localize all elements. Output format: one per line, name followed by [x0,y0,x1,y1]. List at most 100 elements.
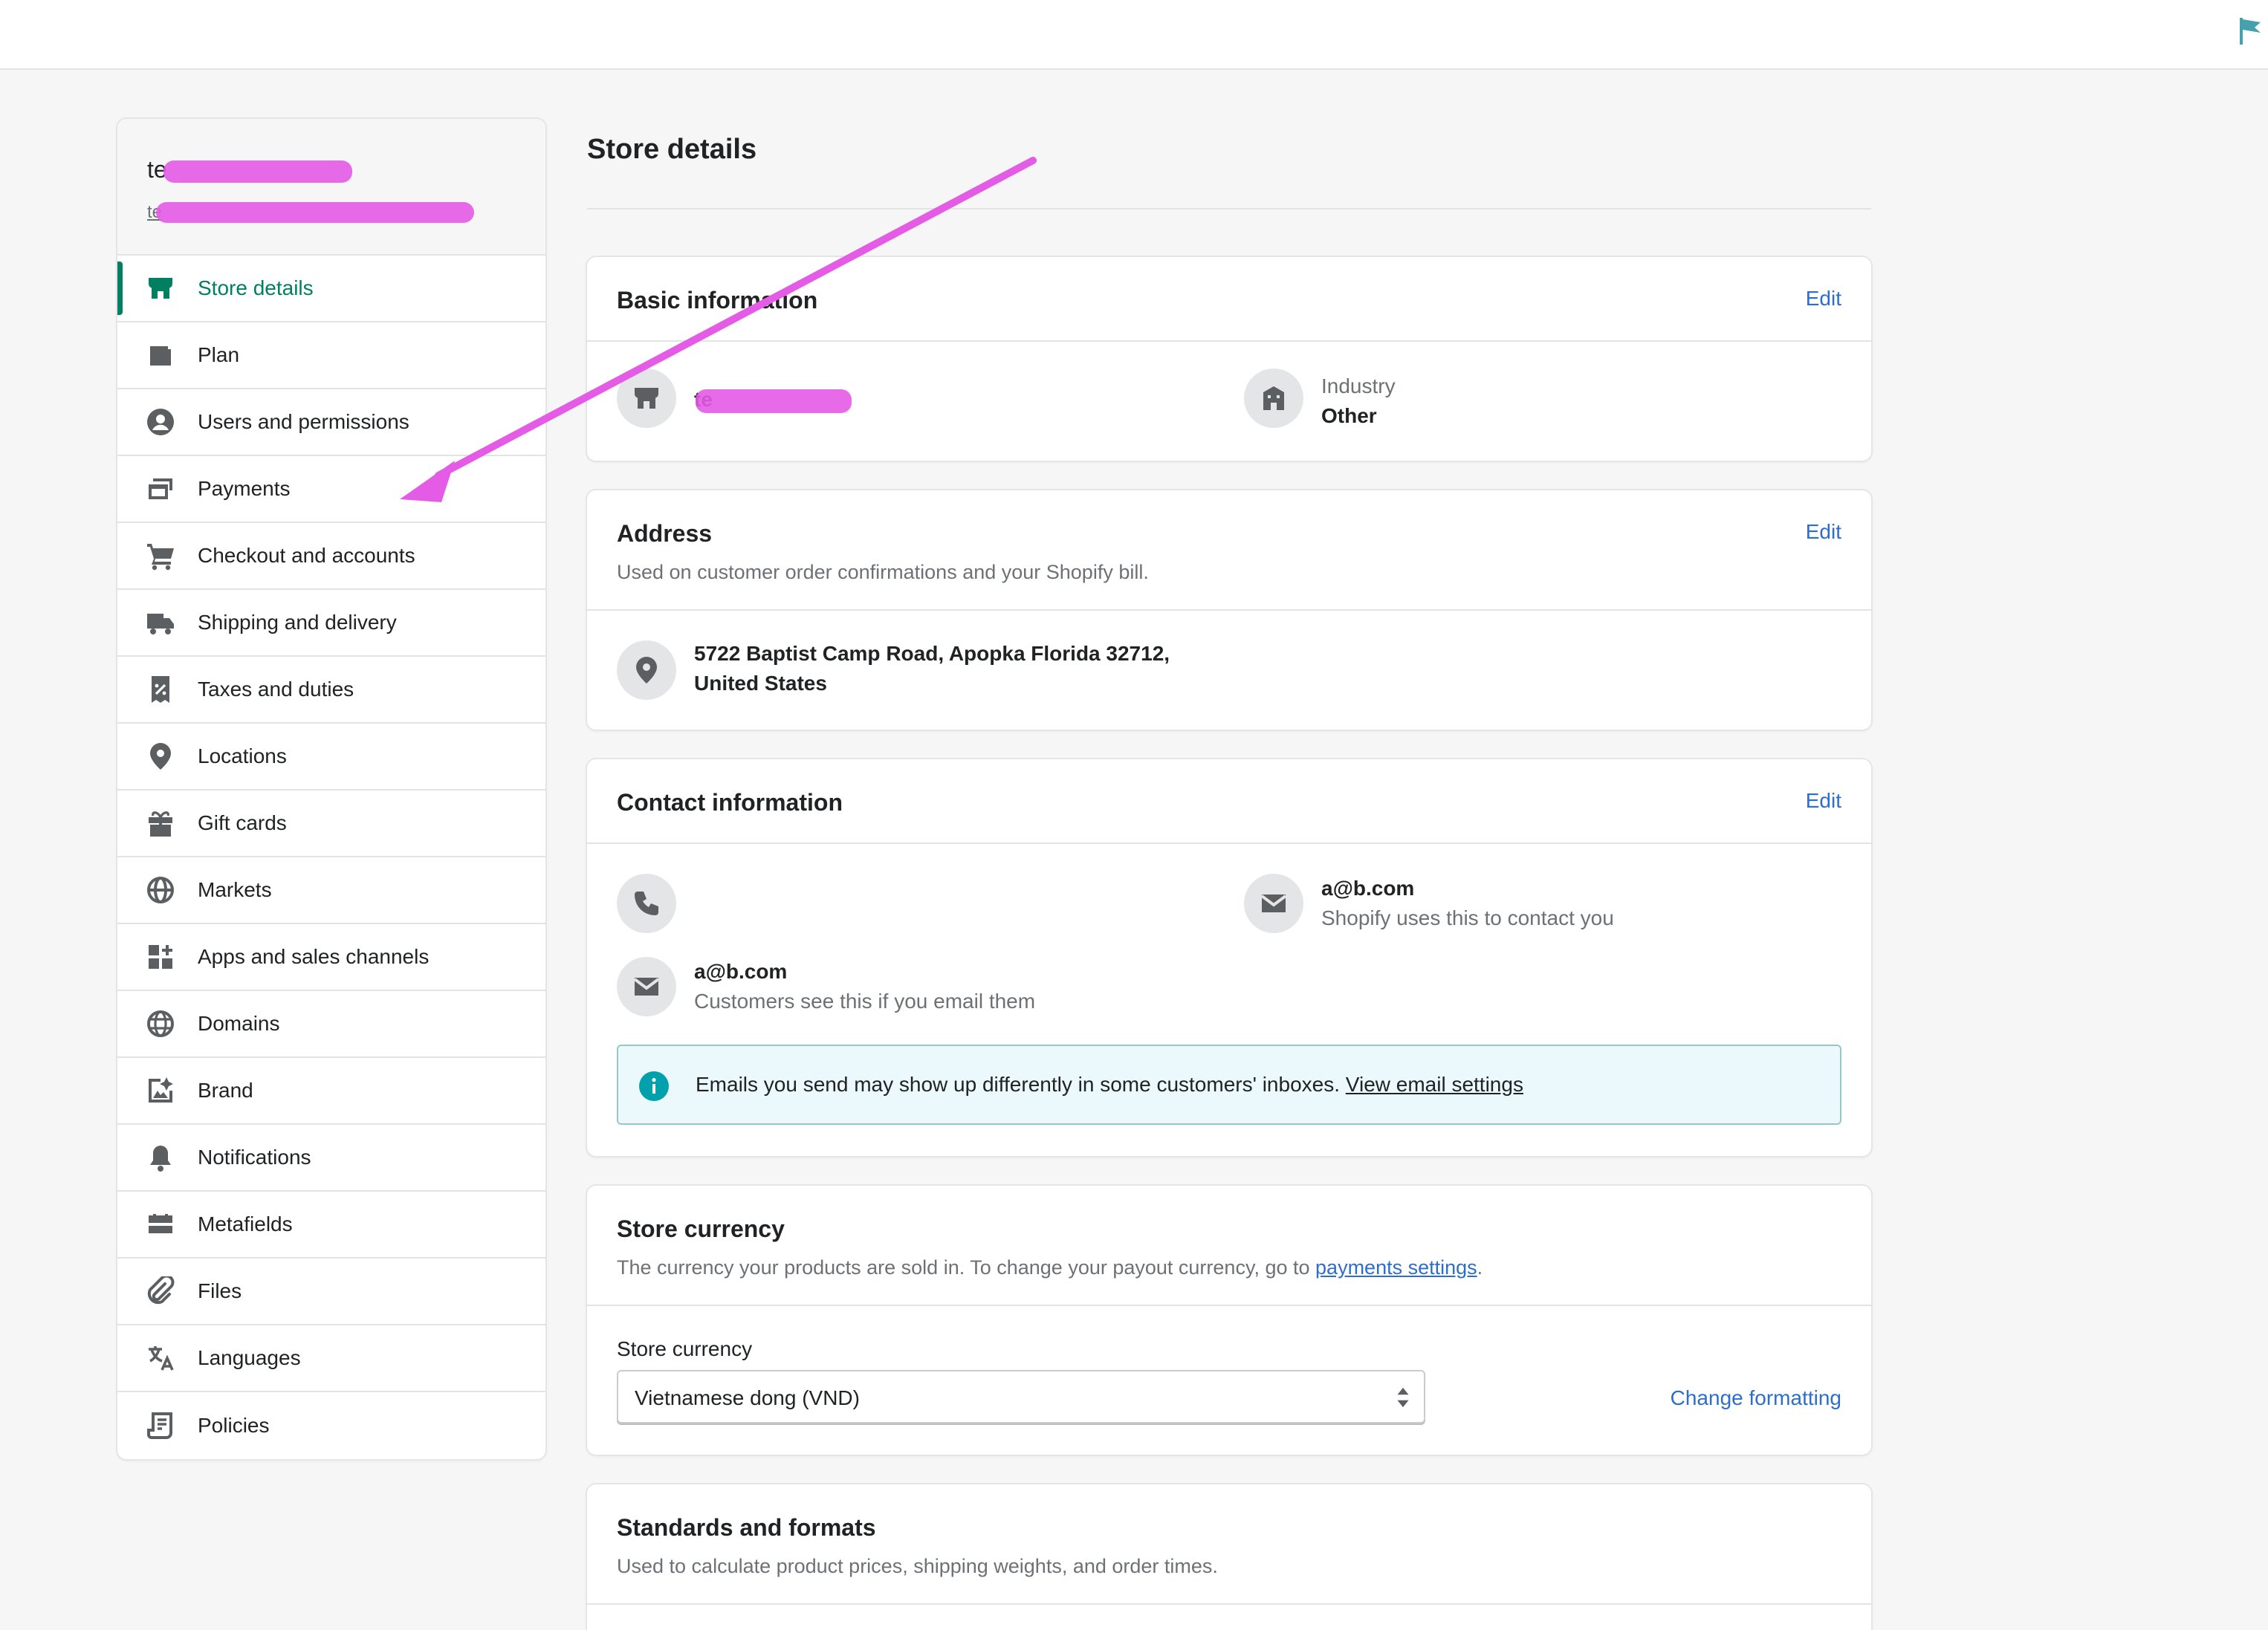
sidebar-item-shipping-and-delivery[interactable]: Shipping and delivery [117,590,545,657]
user-icon [144,406,177,438]
sidebar-item-users-and-permissions[interactable]: Users and permissions [117,389,545,456]
card-divider [587,609,1871,611]
email-icon [617,957,676,1016]
banner-text: Emails you send may show up differently … [696,1073,1523,1097]
sidebar-item-checkout-and-accounts[interactable]: Checkout and accounts [117,523,545,590]
redaction-scribble [163,160,352,183]
address-card: Address Used on customer order confirmat… [587,490,1871,730]
sidebar-item-label: Files [198,1279,242,1302]
sidebar-item-label: Brand [198,1079,253,1102]
sidebar-item-gift-cards[interactable]: Gift cards [117,790,545,857]
gift-icon [144,807,177,840]
sidebar-item-locations[interactable]: Locations [117,724,545,790]
sidebar-item-brand[interactable]: Brand [117,1058,545,1125]
address-line-2: United States [694,672,827,695]
truck-icon [144,606,177,639]
store-currency-label: Store currency [617,1337,753,1360]
redaction-scribble [156,202,474,223]
sidebar-item-label: Gift cards [198,811,287,834]
standards-and-formats-card: Standards and formats Used to calculate … [587,1484,1871,1630]
building-icon [1244,368,1303,428]
translate-icon [144,1342,177,1374]
sidebar-item-label: Payments [198,477,291,500]
sidebar-item-label: Plan [198,343,240,366]
location-pin-icon [144,740,177,773]
settings-sidebar: te te Store details Plan Users and permi… [117,119,545,1459]
paperclip-icon [144,1275,177,1308]
edit-basic-info-button[interactable]: Edit [1806,287,1841,311]
payments-settings-link[interactable]: payments settings [1315,1256,1477,1279]
sidebar-item-label: Metafields [198,1212,293,1236]
industry-label: Industry [1321,374,1396,397]
sidebar-item-label: Locations [198,744,287,767]
flag-icon[interactable] [2238,16,2264,46]
store-icon [144,272,177,305]
banner-message: Emails you send may show up differently … [696,1073,1341,1096]
contact-information-card: Contact information Edit a@b.com Shopify… [587,759,1871,1156]
sidebar-item-store-details[interactable]: Store details [117,256,545,322]
card-subtitle: Used on customer order confirmations and… [617,561,1149,583]
store-currency-card: Store currency The currency your product… [587,1186,1871,1455]
change-formatting-button[interactable]: Change formatting [1671,1386,1841,1410]
sidebar-item-plan[interactable]: Plan [117,322,545,389]
phone-icon [617,874,676,933]
store-header: te te [117,119,545,256]
email-icon [1244,874,1303,933]
address-line-1: 5722 Baptist Camp Road, Apopka Florida 3… [694,642,1170,665]
sidebar-item-label: Checkout and accounts [198,544,415,567]
sidebar-item-languages[interactable]: Languages [117,1325,545,1392]
store-email: a@b.com [1321,877,1415,900]
store-email-note: Shopify uses this to contact you [1321,906,1614,929]
location-pin-icon [617,640,676,700]
sidebar-item-label: Domains [198,1012,280,1035]
sender-email-note: Customers see this if you email them [694,990,1036,1013]
sidebar-item-label: Markets [198,878,272,901]
sidebar-item-taxes-and-duties[interactable]: Taxes and duties [117,657,545,724]
brand-icon [144,1074,177,1107]
sidebar-item-label: Users and permissions [198,410,409,433]
card-title: Store currency [617,1215,785,1242]
sidebar-item-policies[interactable]: Policies [117,1392,545,1459]
edit-contact-button[interactable]: Edit [1806,789,1841,813]
card-subtitle: Used to calculate product prices, shippi… [617,1555,1218,1577]
metafields-icon [144,1208,177,1241]
sidebar-item-label: Store details [198,276,314,299]
top-bar [0,0,2268,70]
sidebar-item-metafields[interactable]: Metafields [117,1192,545,1259]
sidebar-item-label: Policies [198,1414,270,1437]
tax-receipt-icon [144,673,177,706]
sidebar-item-files[interactable]: Files [117,1259,545,1325]
sidebar-item-notifications[interactable]: Notifications [117,1125,545,1192]
card-title: Standards and formats [617,1514,876,1541]
payments-icon [144,473,177,505]
apps-icon [144,941,177,973]
redaction-scribble [696,389,852,413]
sidebar-item-label: Shipping and delivery [198,611,397,634]
sidebar-item-label: Taxes and duties [198,678,354,701]
sidebar-item-label: Apps and sales channels [198,945,430,968]
page-title: Store details [587,134,757,165]
settings-nav: Store details Plan Users and permissions… [117,256,545,1459]
store-currency-select[interactable]: Vietnamese dong (VND) [617,1370,1425,1423]
subtitle-period: . [1477,1256,1483,1279]
selected-currency: Vietnamese dong (VND) [635,1386,860,1409]
sidebar-item-apps-and-sales-channels[interactable]: Apps and sales channels [117,924,545,991]
sender-email: a@b.com [694,960,788,983]
card-title: Address [617,520,713,547]
wallet-icon [144,339,177,371]
email-info-banner: Emails you send may show up differently … [617,1045,1841,1125]
card-subtitle: The currency your products are sold in. … [617,1256,1841,1279]
sidebar-item-domains[interactable]: Domains [117,991,545,1058]
industry-value: Other [1321,404,1377,427]
cart-icon [144,539,177,572]
sidebar-item-payments[interactable]: Payments [117,456,545,523]
policy-document-icon [144,1409,177,1442]
view-email-settings-link[interactable]: View email settings [1346,1073,1523,1096]
sidebar-item-markets[interactable]: Markets [117,857,545,924]
store-icon [617,368,676,428]
sidebar-item-label: Notifications [198,1146,311,1169]
card-divider [587,1603,1871,1605]
globe-icon [144,1007,177,1040]
select-arrows-icon [1397,1387,1409,1408]
edit-address-button[interactable]: Edit [1806,520,1841,544]
